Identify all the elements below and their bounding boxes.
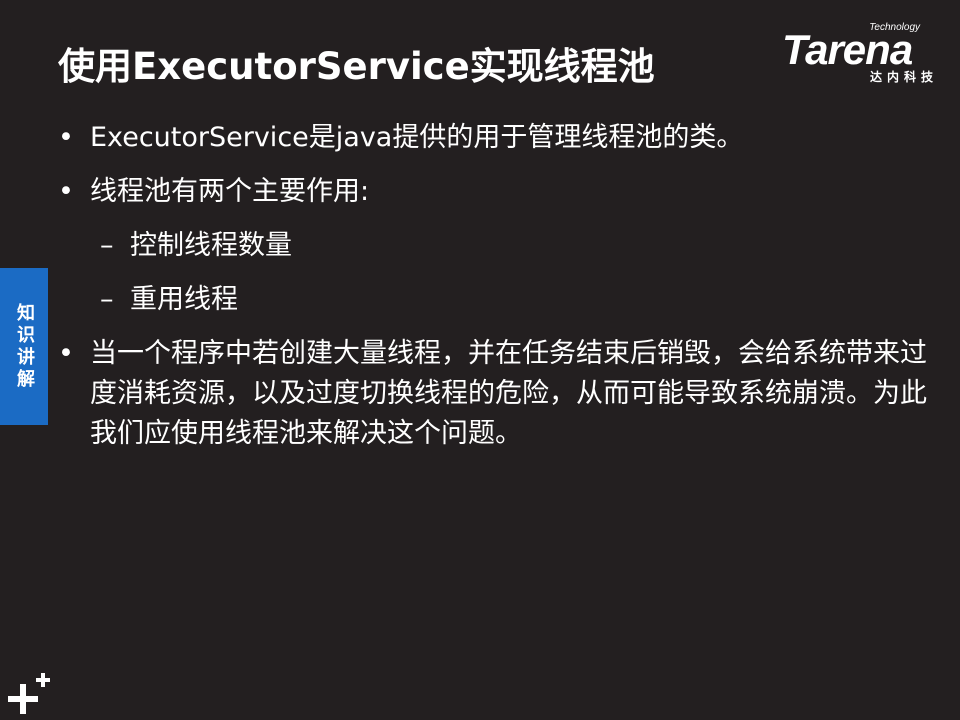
bullet-marker: • (58, 176, 74, 207)
bullet-item: • 当一个程序中若创建大量线程，并在任务结束后销毁，会给系统带来过度消耗资源，以… (58, 334, 928, 454)
sub-bullet-item: – 控制线程数量 (58, 226, 928, 266)
knowledge-tab: 知识讲解 (0, 268, 48, 425)
bullet-marker: • (58, 122, 74, 153)
slide-title: 使用ExecutorService实现线程池 (58, 45, 655, 88)
tarena-logo: Technology Tarena 达内科技 (782, 22, 950, 86)
sub-bullet-text: 重用线程 (130, 284, 238, 315)
sub-bullet-item: – 重用线程 (58, 280, 928, 320)
slide: 使用ExecutorService实现线程池 Technology Tarena… (0, 0, 960, 720)
bullet-text: 线程池有两个主要作用: (90, 176, 370, 207)
logo-wordmark: Tarena (782, 26, 913, 73)
dash-marker: – (100, 230, 114, 261)
bullet-marker: • (58, 338, 74, 369)
bullet-item: • ExecutorService是java提供的用于管理线程池的类。 (58, 118, 928, 158)
slide-content: • ExecutorService是java提供的用于管理线程池的类。 • 线程… (58, 118, 928, 468)
sub-bullet-text: 控制线程数量 (130, 230, 292, 261)
logo-subtitle: 达内科技 (869, 70, 938, 84)
bullet-text: 当一个程序中若创建大量线程，并在任务结束后销毁，会给系统带来过度消耗资源，以及过… (90, 338, 927, 449)
knowledge-tab-label: 知识讲解 (14, 302, 35, 391)
plus-decoration-icon (8, 673, 50, 714)
bullet-item: • 线程池有两个主要作用: (58, 172, 928, 212)
dash-marker: – (100, 284, 114, 315)
bullet-text: ExecutorService是java提供的用于管理线程池的类。 (90, 122, 744, 153)
